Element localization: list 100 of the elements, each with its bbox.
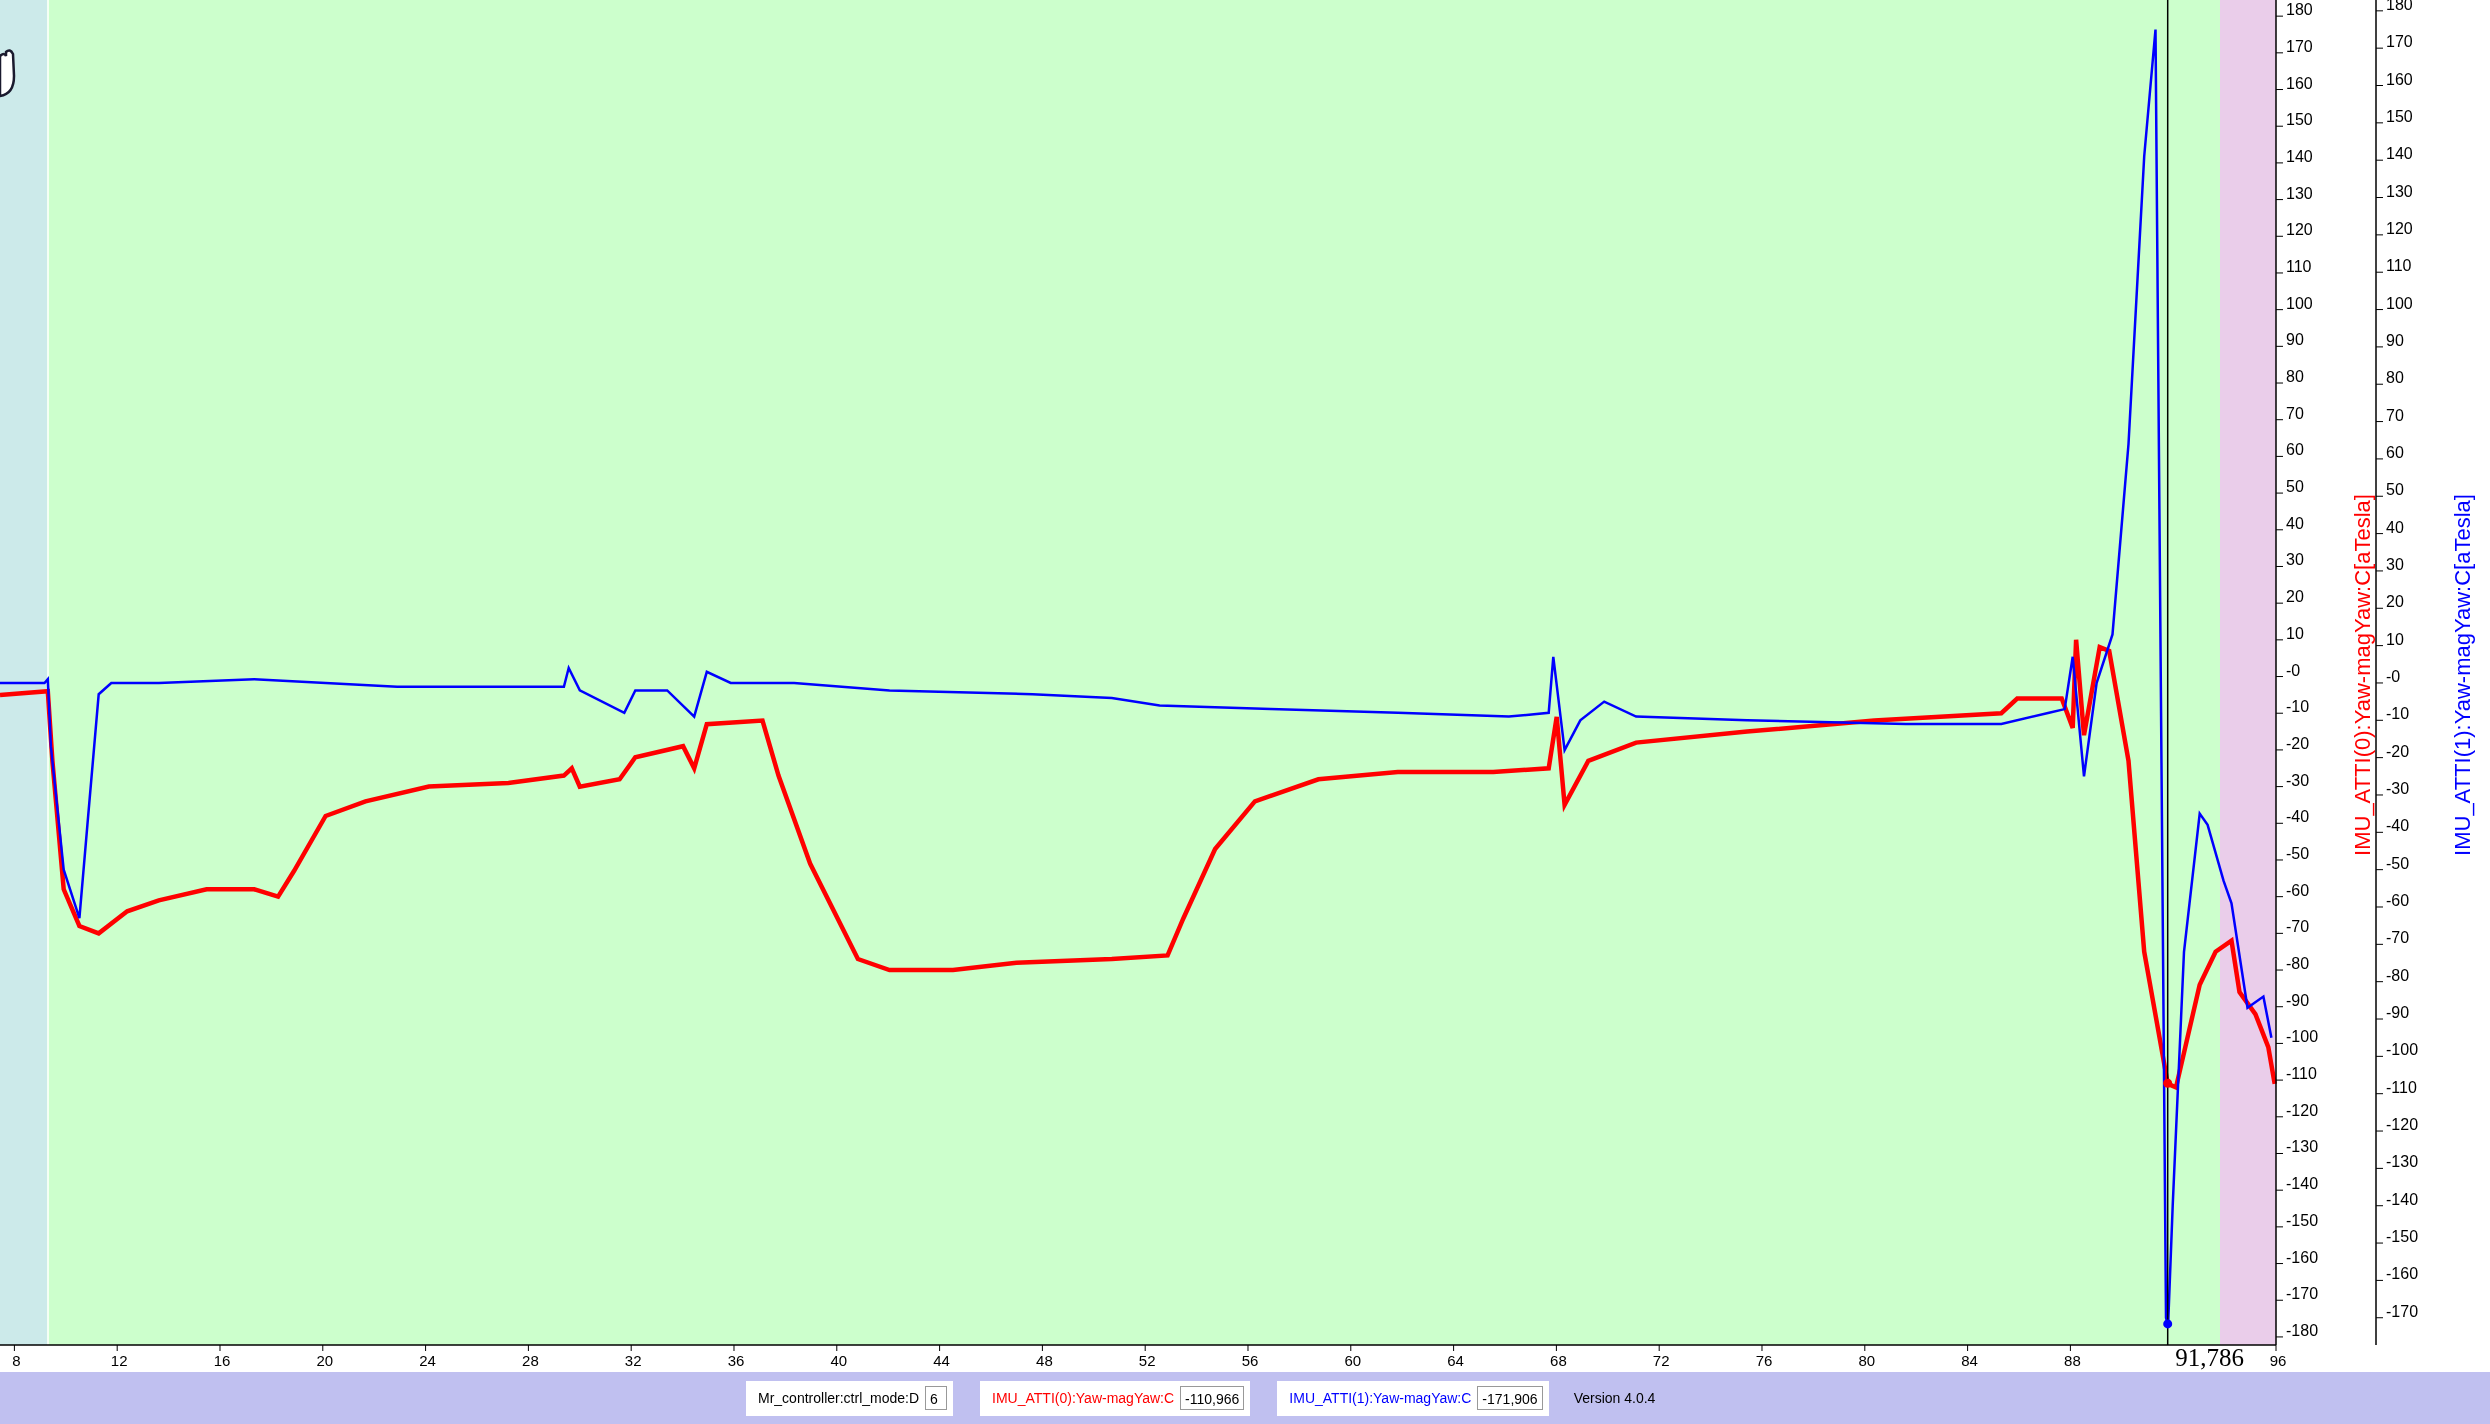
tick-label: 180	[2286, 1, 2313, 19]
tick-label: 120	[2286, 221, 2313, 239]
tick-label: 150	[2386, 107, 2413, 125]
tick-label: 36	[727, 1352, 745, 1369]
tick-label: -10	[2286, 698, 2310, 716]
tick-label: 60	[1344, 1352, 1362, 1369]
tick-label: 72	[1652, 1352, 1670, 1369]
tick-label: -130	[2386, 1153, 2419, 1171]
tick-label: 170	[2386, 33, 2413, 51]
tick-label: -80	[2386, 966, 2410, 984]
tick-label: -100	[2286, 1028, 2319, 1046]
tick-label: 140	[2386, 145, 2413, 163]
tick-label: 88	[2064, 1352, 2081, 1369]
tick-label: -60	[2386, 892, 2410, 909]
tick-label: 52	[1138, 1352, 1156, 1369]
tick-label: -30	[2386, 780, 2410, 797]
tick-label: 50	[2386, 481, 2404, 499]
tick-label: 110	[2286, 257, 2312, 275]
tick-label: 20	[316, 1352, 334, 1369]
tick-label: 64	[1447, 1352, 1464, 1369]
tick-label: 8	[12, 1352, 21, 1369]
tick-label: 12	[110, 1352, 128, 1369]
tick-label: 32	[624, 1352, 642, 1369]
tick-label: 160	[2286, 74, 2313, 92]
tick-label: -20	[2286, 734, 2310, 752]
tick-label: 90	[2286, 331, 2304, 349]
tick-label: 48	[1036, 1352, 1053, 1369]
tick-label: 30	[2286, 551, 2304, 569]
axis-title: IMU_ATTI(1):Yaw-magYaw:C[aTesla]	[2450, 494, 2475, 856]
tick-label: 16	[213, 1352, 231, 1369]
tick-label: -120	[2386, 1116, 2419, 1134]
tick-label: -170	[2286, 1285, 2319, 1303]
tick-label: 96	[2269, 1352, 2287, 1369]
tick-label: 84	[1961, 1352, 1978, 1369]
tick-label: 10	[2286, 624, 2304, 642]
tick-label: 110	[2386, 257, 2412, 275]
tick-label: 100	[2386, 294, 2413, 312]
tick-label: 24	[419, 1352, 436, 1369]
tick-label: -140	[2286, 1175, 2319, 1193]
tick-label: -110	[2386, 1078, 2417, 1096]
tick-label: 44	[933, 1352, 950, 1369]
tick-label: 56	[1241, 1352, 1259, 1369]
tick-label: 20	[2386, 593, 2404, 611]
tick-label: 120	[2386, 219, 2413, 237]
tick-label: -40	[2386, 817, 2410, 835]
tick-label: -130	[2286, 1138, 2319, 1156]
tick-label: 50	[2286, 478, 2304, 496]
tick-label: -30	[2286, 771, 2310, 789]
tick-label: -50	[2286, 845, 2310, 862]
field-label: Mr_controller:ctrl_mode:D	[758, 1390, 920, 1406]
tick-label: -110	[2286, 1065, 2317, 1083]
tick-label: 30	[2386, 555, 2404, 573]
tick-label: 100	[2286, 294, 2313, 312]
tick-label: 70	[2386, 406, 2404, 424]
tick-label: -120	[2286, 1101, 2319, 1119]
tick-label: 150	[2286, 111, 2313, 129]
tick-label: -100	[2386, 1041, 2419, 1059]
tick-label: 10	[2386, 630, 2404, 648]
tick-label: -0	[2386, 667, 2401, 685]
cursor-label: 91,786	[2175, 1344, 2245, 1371]
value-field[interactable]: -110,966	[1180, 1386, 1245, 1410]
tick-label: 20	[2286, 588, 2304, 606]
value-field[interactable]: 6	[925, 1386, 948, 1410]
tick-label: -70	[2386, 929, 2410, 947]
tick-label: -50	[2386, 854, 2410, 872]
tick-label: 90	[2386, 331, 2404, 349]
tick-label: 40	[2386, 518, 2404, 536]
field-label: IMU_ATTI(1):Yaw-magYaw:C	[1289, 1390, 1472, 1406]
field-label: IMU_ATTI(0):Yaw-magYaw:C	[992, 1390, 1175, 1406]
tick-label: 40	[830, 1352, 848, 1369]
tick-label: 170	[2286, 37, 2313, 55]
tick-label: -80	[2286, 955, 2310, 973]
tick-label: -90	[2386, 1004, 2410, 1021]
tick-label: 60	[2286, 441, 2304, 459]
tick-label: -90	[2286, 991, 2310, 1009]
tick-label: 130	[2386, 182, 2413, 200]
tick-label: -180	[2286, 1321, 2319, 1339]
tick-label: 60	[2386, 443, 2404, 461]
tick-label: 40	[2286, 514, 2304, 532]
axis-title: IMU_ATTI(0):Yaw-magYaw:C[aTesla]	[2350, 494, 2375, 856]
tick-label: 68	[1550, 1352, 1567, 1369]
tick-label: 80	[2386, 369, 2404, 387]
tick-label: 70	[2286, 404, 2304, 422]
tick-label: -160	[2386, 1265, 2419, 1283]
version-label: Version 4.0.4	[1573, 1390, 1656, 1406]
tick-label: 160	[2386, 70, 2413, 88]
tick-label: -40	[2286, 808, 2310, 826]
tick-label: -140	[2386, 1190, 2419, 1208]
tick-label: 80	[1858, 1352, 1876, 1369]
tick-label: -60	[2286, 881, 2310, 899]
tick-label: -170	[2386, 1302, 2419, 1320]
tick-label: 76	[1755, 1352, 1773, 1369]
value-field[interactable]: -171,906	[1477, 1386, 1543, 1410]
tick-label: -70	[2286, 918, 2310, 936]
tick-label: -10	[2386, 705, 2410, 723]
tick-label: -20	[2386, 742, 2410, 760]
tick-label: -150	[2386, 1228, 2419, 1246]
tick-label: -150	[2286, 1211, 2319, 1229]
tick-label: 28	[522, 1352, 539, 1369]
tick-label: 130	[2286, 184, 2313, 202]
